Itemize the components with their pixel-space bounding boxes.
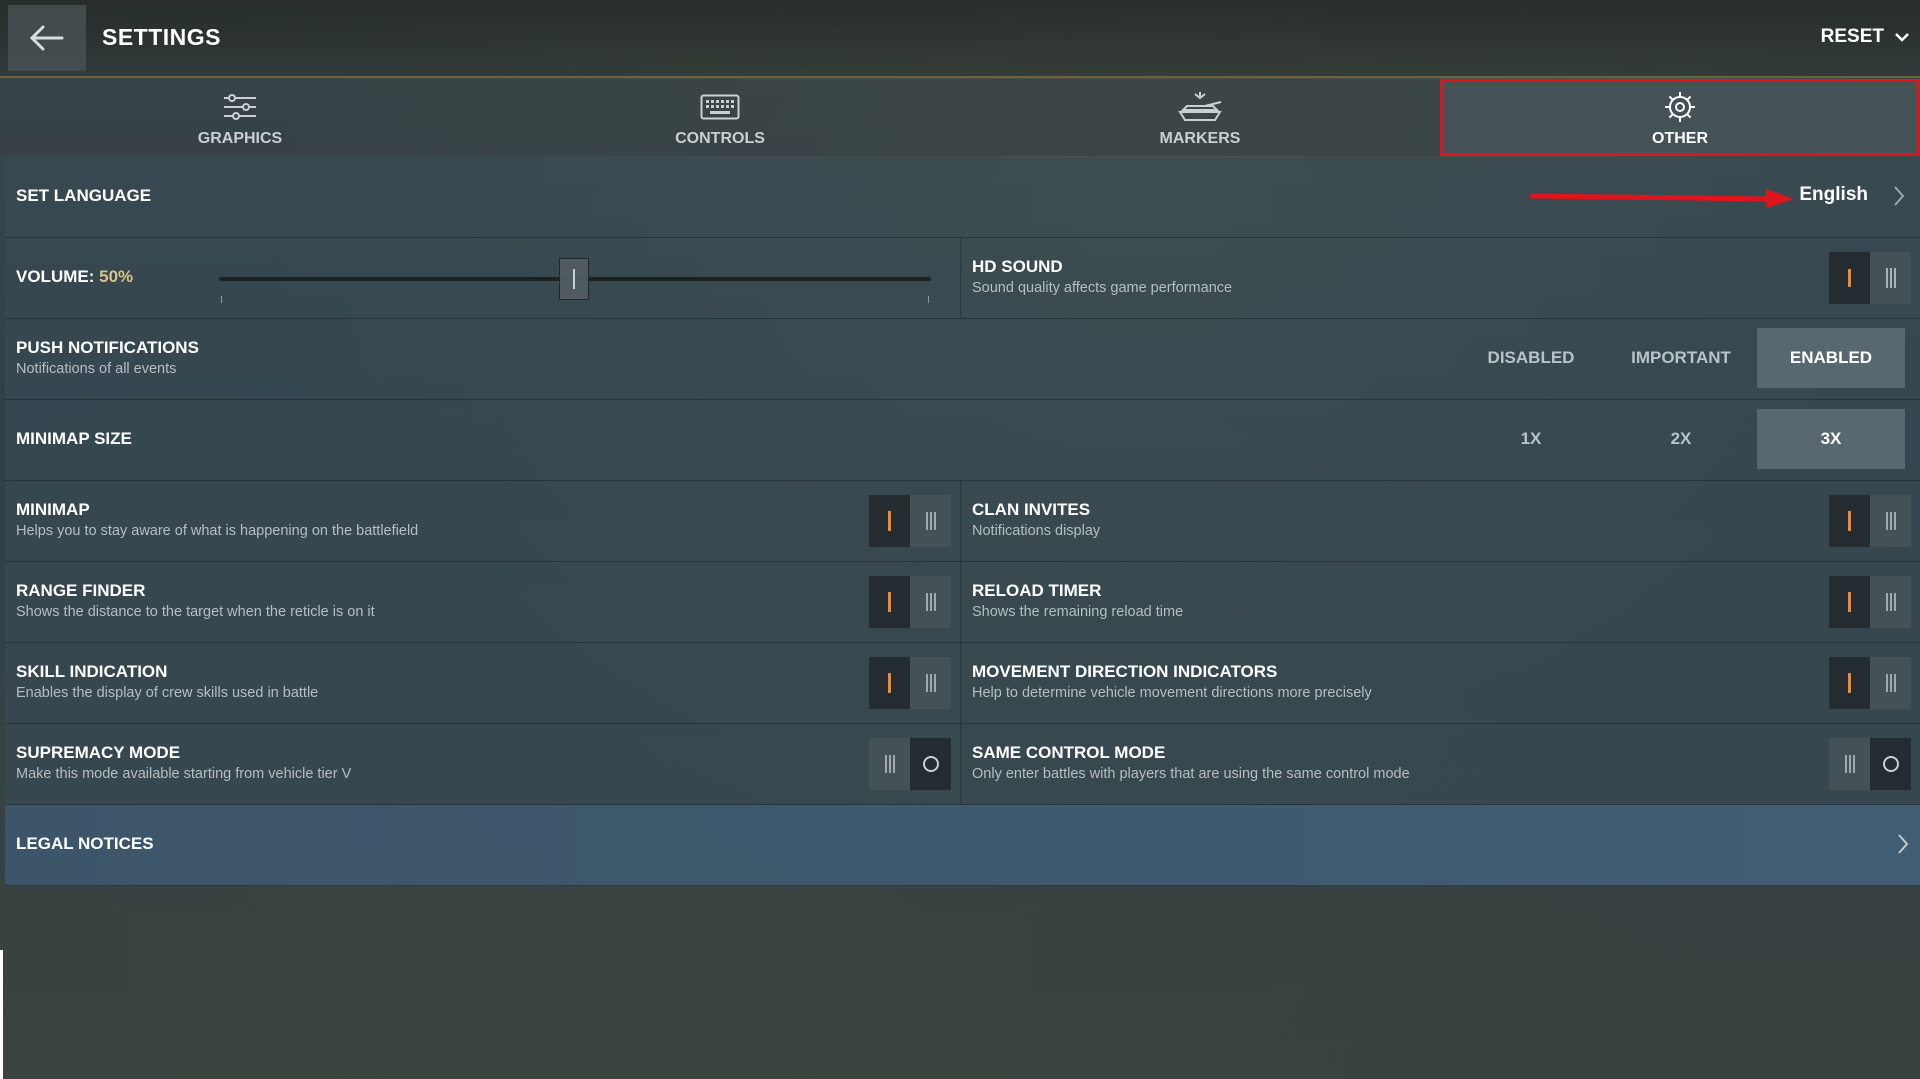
minimap-size-label: MINIMAP SIZE bbox=[16, 429, 132, 448]
toggle-off-indicator-icon bbox=[922, 756, 939, 772]
toggle-row: SKILL INDICATION Enables the display of … bbox=[5, 643, 1920, 724]
toggle-on-indicator-icon bbox=[1847, 673, 1851, 693]
volume-label-text: VOLUME: bbox=[16, 267, 95, 286]
tab-markers[interactable]: MARKERS bbox=[960, 79, 1440, 156]
reset-label: RESET bbox=[1820, 26, 1884, 47]
toggle-grip-icon bbox=[1885, 674, 1896, 692]
toggle-row: SUPREMACY MODE Make this mode available … bbox=[5, 724, 1920, 805]
toggle-grip-icon bbox=[1885, 593, 1896, 611]
tab-markers-label: MARKERS bbox=[1159, 130, 1241, 147]
movement-indicators-desc: Help to determine vehicle movement direc… bbox=[972, 685, 1372, 701]
toggle-on-indicator-icon bbox=[1847, 511, 1851, 531]
volume-row: VOLUME: 50% HD SOUND Sound quality affec… bbox=[5, 238, 1920, 319]
annotation-arrow-icon bbox=[1530, 189, 1794, 208]
skill-indication-desc: Enables the display of crew skills used … bbox=[16, 685, 319, 701]
reload-timer-toggle[interactable] bbox=[1829, 576, 1911, 628]
range-finder-desc: Shows the distance to the target when th… bbox=[16, 604, 375, 620]
tab-graphics-label: GRAPHICS bbox=[197, 130, 283, 147]
supremacy-mode-desc: Make this mode available starting from v… bbox=[16, 766, 352, 782]
toggle-grip-icon bbox=[1844, 755, 1855, 773]
minimap-size-2x[interactable]: 2X bbox=[1607, 409, 1755, 469]
toggle-off-indicator-icon bbox=[1882, 756, 1899, 772]
back-button[interactable] bbox=[8, 5, 86, 71]
hd-sound-toggle[interactable] bbox=[1829, 252, 1911, 304]
toggle-grip-icon bbox=[925, 512, 936, 530]
supremacy-mode-toggle[interactable] bbox=[869, 738, 951, 790]
skill-indication-toggle[interactable] bbox=[869, 657, 951, 709]
settings-tabs: GRAPHICS CONTROLS MARKERS OTHER bbox=[0, 79, 1920, 156]
movement-indicators-toggle[interactable] bbox=[1829, 657, 1911, 709]
range-finder-label: RANGE FINDER bbox=[16, 581, 146, 600]
toggle-grip-icon bbox=[925, 593, 936, 611]
top-bar: SETTINGS RESET bbox=[0, 0, 1920, 78]
clan-invites-label: CLAN INVITES bbox=[972, 500, 1091, 519]
minimap-desc: Helps you to stay aware of what is happe… bbox=[16, 523, 419, 539]
minimap-size-3x[interactable]: 3X bbox=[1757, 409, 1905, 469]
language-value[interactable]: English bbox=[1799, 184, 1868, 206]
clan-invites-desc: Notifications display bbox=[972, 523, 1101, 539]
language-label: SET LANGUAGE bbox=[16, 186, 152, 205]
minimap-toggle[interactable] bbox=[869, 495, 951, 547]
reload-timer-label: RELOAD TIMER bbox=[972, 581, 1102, 600]
reset-dropdown[interactable]: RESET bbox=[1821, 26, 1910, 48]
clan-invites-toggle[interactable] bbox=[1829, 495, 1911, 547]
toggle-grip-icon bbox=[925, 674, 936, 692]
chevron-right-icon bbox=[1898, 834, 1909, 854]
push-desc: Notifications of all events bbox=[16, 361, 177, 377]
sliders-icon bbox=[224, 94, 256, 120]
legal-notices-label: LEGAL NOTICES bbox=[16, 834, 154, 853]
toggle-on-indicator-icon bbox=[887, 673, 891, 693]
reload-timer-desc: Shows the remaining reload time bbox=[972, 604, 1184, 620]
minimap-label: MINIMAP bbox=[16, 500, 90, 519]
settings-panel: SET LANGUAGE English VOLUME: 50% HD SOUN… bbox=[5, 157, 1920, 886]
skill-indication-label: SKILL INDICATION bbox=[16, 662, 168, 681]
toggle-on-indicator-icon bbox=[887, 511, 891, 531]
volume-label: VOLUME: 50% bbox=[16, 267, 133, 287]
push-notifications-row: PUSH NOTIFICATIONS Notifications of all … bbox=[5, 319, 1920, 400]
tab-graphics[interactable]: GRAPHICS bbox=[0, 79, 480, 156]
edge-strip bbox=[0, 950, 3, 1079]
toggle-row: RANGE FINDER Shows the distance to the t… bbox=[5, 562, 1920, 643]
volume-value: 50% bbox=[99, 267, 134, 286]
push-option-important[interactable]: IMPORTANT bbox=[1607, 328, 1755, 388]
supremacy-mode-label: SUPREMACY MODE bbox=[16, 743, 181, 762]
push-option-enabled[interactable]: ENABLED bbox=[1757, 328, 1905, 388]
page-title: SETTINGS bbox=[102, 24, 222, 50]
toggle-on-indicator-icon bbox=[887, 592, 891, 612]
toggle-row: MINIMAP Helps you to stay aware of what … bbox=[5, 481, 1920, 562]
tab-other[interactable]: OTHER bbox=[1440, 79, 1920, 156]
slider-tick-max bbox=[928, 296, 929, 303]
keyboard-icon bbox=[700, 94, 740, 120]
same-control-mode-desc: Only enter battles with players that are… bbox=[972, 766, 1410, 782]
tab-other-label: OTHER bbox=[1652, 130, 1708, 147]
chevron-right-icon bbox=[1894, 186, 1905, 206]
volume-slider-thumb[interactable] bbox=[559, 258, 589, 300]
same-control-mode-toggle[interactable] bbox=[1829, 738, 1911, 790]
legal-notices-row[interactable]: LEGAL NOTICES bbox=[5, 805, 1920, 886]
toggle-grip-icon bbox=[1885, 512, 1896, 530]
hd-sound-label: HD SOUND bbox=[972, 257, 1063, 276]
minimap-size-1x[interactable]: 1X bbox=[1457, 409, 1605, 469]
back-arrow-icon bbox=[29, 25, 64, 51]
tab-controls-label: CONTROLS bbox=[675, 130, 765, 147]
minimap-size-row: MINIMAP SIZE 1X 2X 3X bbox=[5, 400, 1920, 481]
same-control-mode-label: SAME CONTROL MODE bbox=[972, 743, 1166, 762]
hd-sound-desc: Sound quality affects game performance bbox=[972, 280, 1233, 296]
movement-indicators-label: MOVEMENT DIRECTION INDICATORS bbox=[972, 662, 1278, 681]
range-finder-toggle[interactable] bbox=[869, 576, 951, 628]
toggle-on-indicator-icon bbox=[1847, 592, 1851, 612]
push-label: PUSH NOTIFICATIONS bbox=[16, 338, 199, 357]
tank-icon bbox=[1178, 92, 1222, 121]
tab-controls[interactable]: CONTROLS bbox=[480, 79, 960, 156]
slider-tick-min bbox=[221, 296, 222, 303]
chevron-down-icon bbox=[1895, 33, 1909, 42]
gear-icon bbox=[1665, 92, 1695, 122]
push-option-disabled[interactable]: DISABLED bbox=[1457, 328, 1605, 388]
toggle-grip-icon bbox=[884, 755, 895, 773]
